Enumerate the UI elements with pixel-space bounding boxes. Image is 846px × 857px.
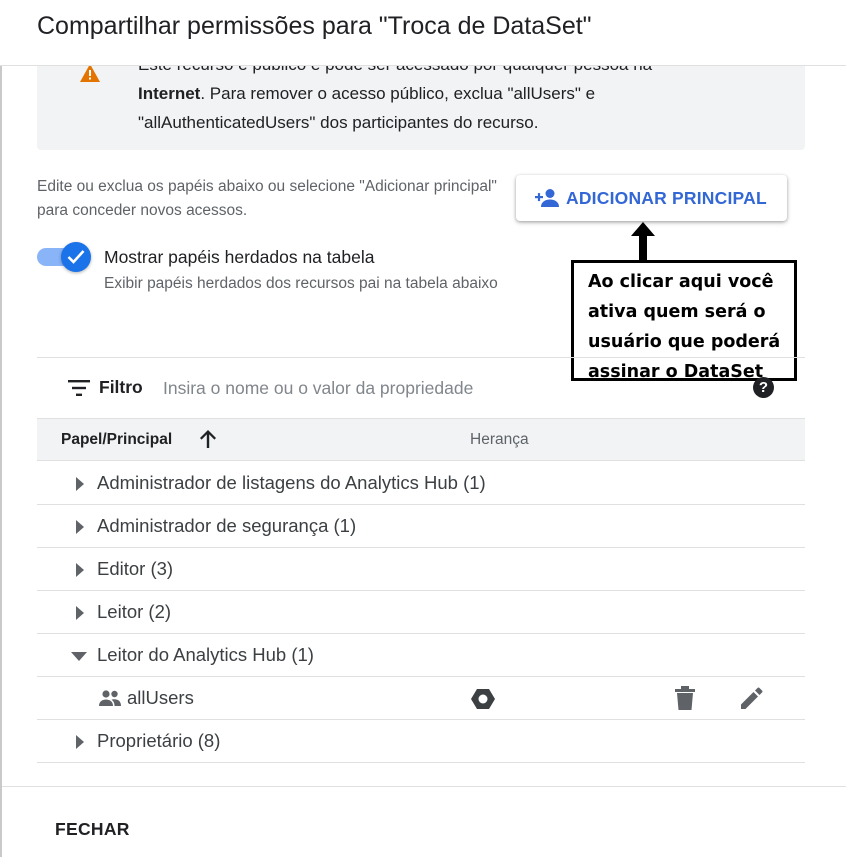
instructions-text: Edite ou exclua os papéis abaixo ou sele… <box>37 178 497 219</box>
dialog-title: Compartilhar permissões para "Troca de D… <box>37 12 592 40</box>
collapse-icon[interactable] <box>70 650 88 662</box>
role-label[interactable]: Administrador de listagens do Analytics … <box>97 472 486 494</box>
filter-divider <box>37 357 805 358</box>
hexagon-project-icon <box>471 689 495 709</box>
annotation-callout: Ao clicar aqui você ativa quem será o us… <box>571 260 797 382</box>
check-icon <box>67 250 85 264</box>
annotation-line-1: Ao clicar aqui você <box>588 272 774 292</box>
window-edge <box>0 0 2 857</box>
table-row[interactable]: Administrador de listagens do Analytics … <box>37 462 805 505</box>
filter-label: Filtro <box>99 377 143 397</box>
role-label[interactable]: Editor (3) <box>97 558 173 580</box>
annotation-line-2: ativa quem será o <box>588 302 766 322</box>
column-header-inheritance: Herança <box>470 431 529 448</box>
toggle-knob <box>61 242 91 272</box>
expand-icon[interactable] <box>73 562 87 578</box>
member-label: allUsers <box>127 687 194 708</box>
warning-line-2: . Para remover o acesso público, exclua … <box>200 84 596 103</box>
expand-icon[interactable] <box>73 519 87 535</box>
table-row[interactable]: Proprietário (8) <box>37 720 805 763</box>
warning-icon <box>80 64 100 82</box>
member-row: allUsers <box>37 677 805 720</box>
edit-icon[interactable] <box>741 687 763 709</box>
role-label[interactable]: Leitor (2) <box>97 601 171 623</box>
table-header: Papel/Principal Herança <box>37 418 805 461</box>
add-principal-label: ADICIONAR PRINCIPAL <box>566 188 767 208</box>
inherited-roles-toggle[interactable] <box>37 242 93 272</box>
table-row[interactable]: Editor (3) <box>37 548 805 591</box>
annotation-arrow-icon <box>631 222 655 260</box>
role-label[interactable]: Administrador de segurança (1) <box>97 515 356 537</box>
group-icon <box>99 690 121 706</box>
footer-divider <box>2 786 846 787</box>
warning-line-3: "allAuthenticatedUsers" dos participante… <box>138 113 539 132</box>
sort-ascending-icon[interactable] <box>199 429 217 449</box>
role-label[interactable]: Leitor do Analytics Hub (1) <box>97 644 314 666</box>
table-row[interactable]: Leitor (2) <box>37 591 805 634</box>
filter-icon <box>68 380 90 396</box>
column-header-role[interactable]: Papel/Principal <box>61 431 172 449</box>
toggle-sublabel: Exibir papéis herdados dos recursos pai … <box>104 275 498 292</box>
help-icon[interactable]: ? <box>753 377 774 398</box>
table-row[interactable]: Leitor do Analytics Hub (1) <box>37 634 805 677</box>
filter-input[interactable] <box>163 376 573 400</box>
dialog-header: Compartilhar permissões para "Troca de D… <box>0 0 846 66</box>
role-label[interactable]: Proprietário (8) <box>97 730 220 752</box>
table-row[interactable]: Administrador de segurança (1) <box>37 505 805 548</box>
expand-icon[interactable] <box>73 476 87 492</box>
delete-icon[interactable] <box>675 686 695 710</box>
add-principal-button[interactable]: ADICIONAR PRINCIPAL <box>516 175 787 221</box>
expand-icon[interactable] <box>73 605 87 621</box>
warning-bold-word: Internet <box>138 84 201 103</box>
toggle-label: Mostrar papéis herdados na tabela <box>104 247 375 267</box>
close-button[interactable]: FECHAR <box>42 808 142 852</box>
expand-icon[interactable] <box>73 734 87 750</box>
person-add-icon <box>535 189 559 207</box>
annotation-line-3: usuário que poderá <box>588 332 781 352</box>
